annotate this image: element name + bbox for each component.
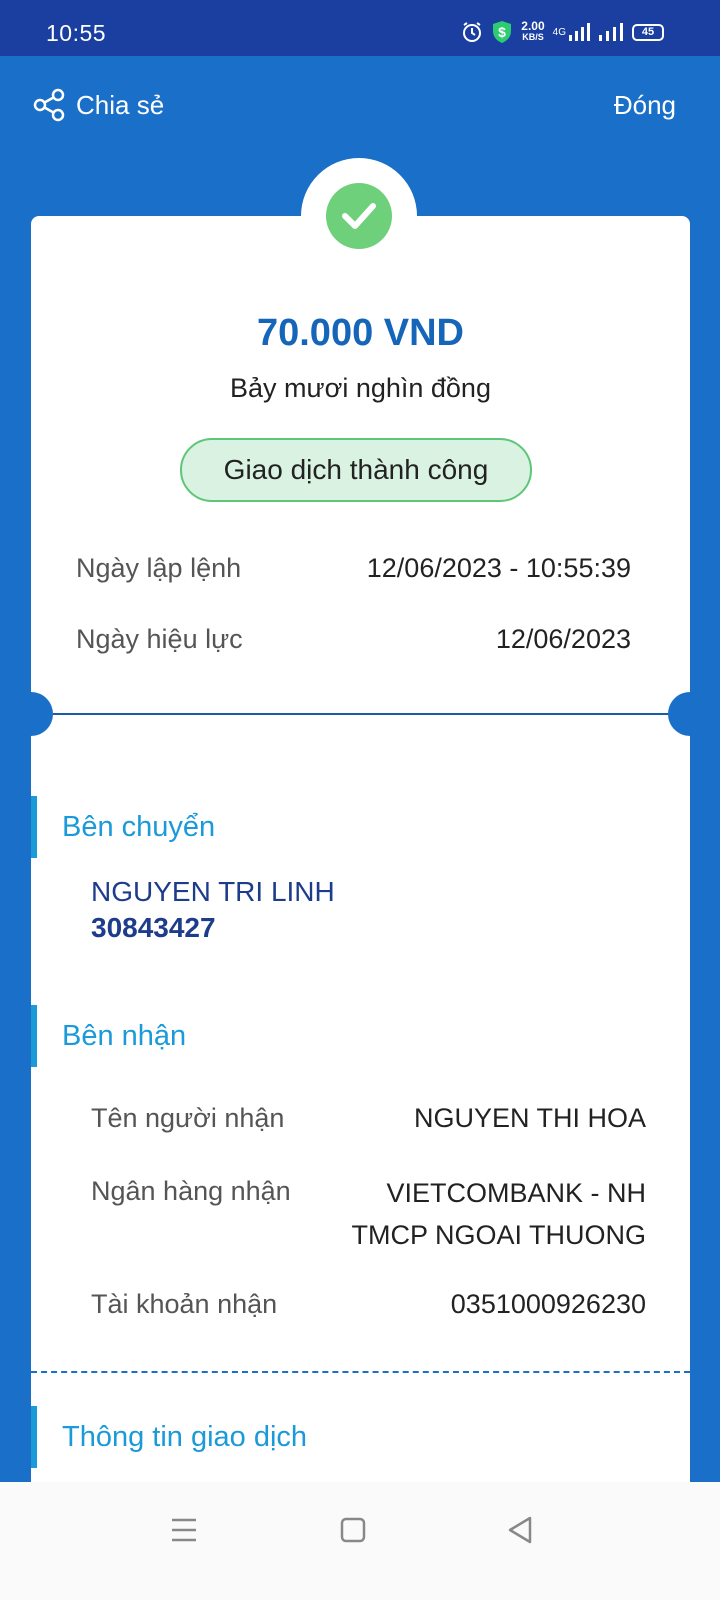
menu-icon <box>172 1518 196 1542</box>
effective-date-label: Ngày hiệu lực <box>76 624 243 654</box>
close-button[interactable]: Đóng <box>614 90 676 121</box>
top-bar: Chia sẻ Đóng <box>0 56 720 156</box>
back-triangle-icon <box>508 1516 532 1544</box>
nav-menu-button[interactable] <box>164 1510 204 1550</box>
sender-section-title: Bên chuyển <box>31 796 215 858</box>
receiver-section-title: Bên nhận <box>31 1005 186 1067</box>
share-label: Chia sẻ <box>76 89 165 120</box>
receiver-account-label: Tài khoản nhận <box>91 1289 278 1319</box>
created-date-label: Ngày lập lệnh <box>76 553 242 583</box>
ticket-notch-right <box>668 692 712 736</box>
receiver-bank-value: VIETCOMBANK - NH TMCP NGOAI THUONG <box>351 1172 646 1256</box>
receiver-bank-line2: TMCP NGOAI THUONG <box>351 1220 646 1250</box>
system-nav-bar <box>0 1482 720 1600</box>
svg-text:$: $ <box>498 24 506 40</box>
amount-in-words: Bảy mươi nghìn đồng <box>230 373 491 403</box>
share-icon <box>33 88 65 122</box>
sender-name: NGUYEN TRI LINH <box>91 876 335 907</box>
divider <box>53 713 669 715</box>
alarm-icon <box>463 22 482 42</box>
signal-icon-2 <box>599 23 623 41</box>
status-bar: 10:55 $ 2.00 KB/S 4G 45 <box>0 0 720 56</box>
network-type: 4G <box>552 26 566 38</box>
sender-account: 30843427 <box>91 912 216 943</box>
receiver-account-row: Tài khoản nhận 0351000926230 <box>91 1289 646 1320</box>
receiver-bank-line1: VIETCOMBANK - NH <box>386 1178 646 1208</box>
dashed-divider <box>31 1371 690 1373</box>
ticket-notch-left <box>9 692 53 736</box>
network-speed-value: 2.00 <box>521 19 545 33</box>
nav-home-button[interactable] <box>333 1510 373 1550</box>
effective-date-value: 12/06/2023 <box>495 624 631 654</box>
success-check-icon <box>326 183 392 249</box>
receiver-name-row: Tên người nhận NGUYEN THI HOA <box>91 1103 646 1134</box>
created-date-value: 12/06/2023 - 10:55:39 <box>366 553 631 583</box>
status-badge: Giao dịch thành công <box>180 438 532 502</box>
status-time: 10:55 <box>46 20 107 46</box>
nav-back-button[interactable] <box>500 1510 540 1550</box>
receipt-card: 70.000 VND Bảy mươi nghìn đồng Giao dịch… <box>9 216 712 1596</box>
receiver-name-value: NGUYEN THI HOA <box>413 1103 646 1133</box>
signal-icon-1 <box>569 23 590 41</box>
status-icons: $ 2.00 KB/S 4G 45 <box>461 20 664 44</box>
transfer-amount: 70.000 VND <box>256 312 464 354</box>
battery-icon: 45 <box>632 23 664 41</box>
receiver-bank-label: Ngân hàng nhận <box>91 1176 291 1206</box>
effective-date-row: Ngày hiệu lực 12/06/2023 <box>76 624 631 655</box>
created-date-row: Ngày lập lệnh 12/06/2023 - 10:55:39 <box>76 553 631 584</box>
shield-dollar-icon: $ <box>493 21 512 43</box>
network-speed-unit: KB/S <box>522 32 544 42</box>
receiver-account-value: 0351000926230 <box>450 1289 646 1319</box>
receiver-name-label: Tên người nhận <box>91 1103 285 1133</box>
network-speed: 2.00 KB/S <box>521 19 545 43</box>
home-square-icon <box>340 1517 366 1543</box>
transaction-section-title: Thông tin giao dịch <box>31 1406 307 1468</box>
share-button[interactable]: Chia sẻ <box>32 88 164 122</box>
receiver-bank-row: Ngân hàng nhận VIETCOMBANK - NH TMCP NGO… <box>91 1176 646 1256</box>
checkmark-icon <box>342 203 376 229</box>
